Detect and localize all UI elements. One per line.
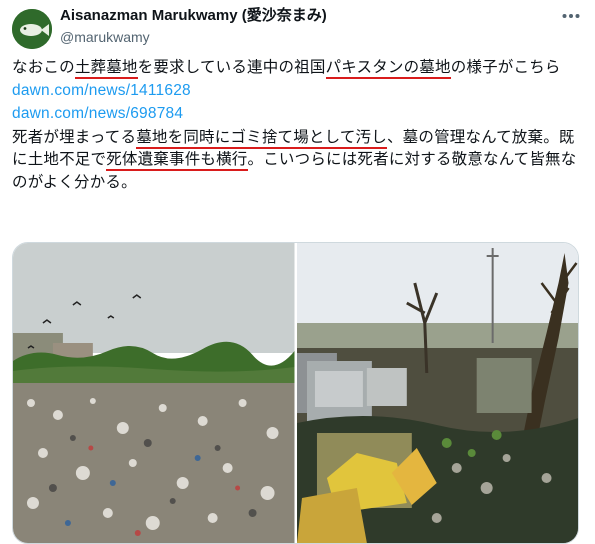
author-handle[interactable]: @marukwamy xyxy=(60,27,327,47)
tweet-paragraph-2: 死者が埋まってる墓地を同時にゴミ捨て場として汚し、墓の管理なんて放棄。既に土地不… xyxy=(12,126,584,194)
underlined-text: 土葬墓地 xyxy=(74,58,138,79)
underlined-text: パキスタンの墓地 xyxy=(325,58,451,79)
tweet-text: なおこの土葬墓地を要求している連中の祖国パキスタンの墓地の様子がこちら dawn… xyxy=(12,56,584,193)
news-link[interactable]: dawn.com/news/698784 xyxy=(12,105,183,122)
link-line: dawn.com/news/698784 xyxy=(12,102,584,126)
author-display-name[interactable]: Aisanazman Marukwamy (愛沙奈まみ) xyxy=(60,6,327,26)
cemetery-image xyxy=(296,243,578,543)
tweet-line-1: なおこの土葬墓地を要求している連中の祖国パキスタンの墓地の様子がこちら xyxy=(12,56,584,79)
text-segment: を要求している連中の祖国 xyxy=(137,58,326,76)
avatar-fish-icon xyxy=(12,9,52,49)
text-segment: なおこの xyxy=(12,58,75,76)
more-options-button[interactable] xyxy=(558,6,584,26)
author-info: Aisanazman Marukwamy (愛沙奈まみ) @marukwamy xyxy=(60,6,327,47)
more-options-icon xyxy=(562,14,580,18)
underlined-text: 墓地を同時にゴミ捨て場として汚し xyxy=(136,127,387,149)
news-link[interactable]: dawn.com/news/1411628 xyxy=(12,82,191,99)
avatar[interactable] xyxy=(12,9,52,49)
media-grid xyxy=(12,242,579,544)
text-segment: の様子がこちら xyxy=(450,58,561,76)
landfill-photo[interactable] xyxy=(13,243,295,543)
cemetery-photo[interactable] xyxy=(296,243,578,543)
link-line: dawn.com/news/1411628 xyxy=(12,79,584,103)
underlined-text: 死体遺棄事件も横行 xyxy=(106,150,248,171)
landfill-image xyxy=(13,243,295,543)
text-segment: 死者が埋まってる xyxy=(12,127,137,146)
